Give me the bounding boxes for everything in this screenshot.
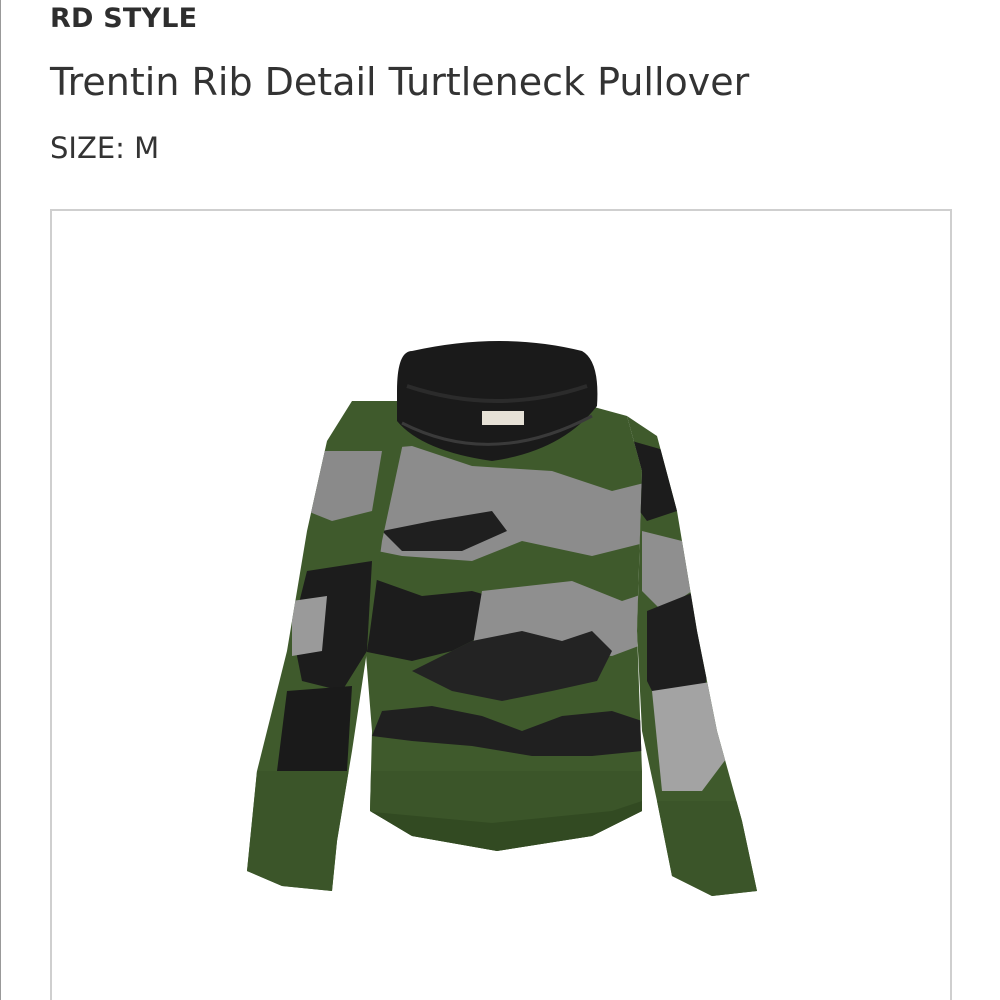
sweater-image xyxy=(247,341,757,896)
brand-name: RD STYLE xyxy=(50,3,198,34)
size-info: SIZE: M xyxy=(50,131,159,165)
product-card: RD STYLE Trentin Rib Detail Turtleneck P… xyxy=(0,0,1000,1000)
product-title: Trentin Rib Detail Turtleneck Pullover xyxy=(50,60,750,104)
size-label: SIZE: xyxy=(50,131,125,165)
garment-tag xyxy=(482,411,524,425)
sweater-right-sleeve xyxy=(627,416,757,896)
divider xyxy=(0,0,1,1000)
size-value: M xyxy=(134,131,160,165)
product-image[interactable] xyxy=(50,209,952,1000)
